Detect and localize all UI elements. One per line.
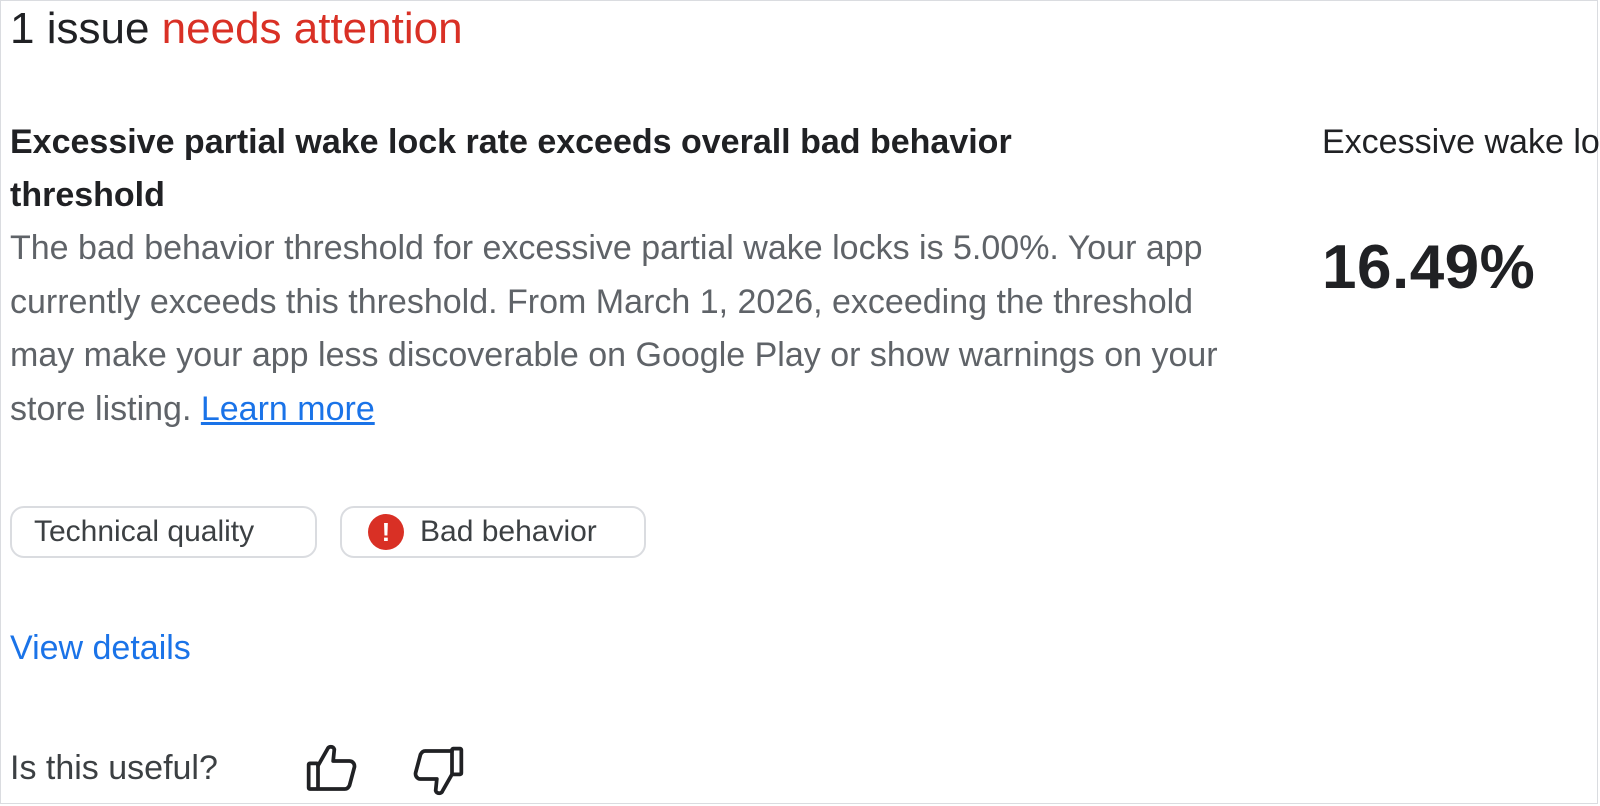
- alert-icon: !: [368, 514, 404, 550]
- metric-label: Excessive wake lock rate: [1322, 123, 1600, 161]
- thumb-down-icon: [413, 746, 464, 796]
- issue-count: 1 issue: [10, 4, 150, 53]
- thumbs-down-button[interactable]: [410, 744, 466, 800]
- issues-summary-heading: 1 issue needs attention: [10, 0, 463, 58]
- chip-label: Technical quality: [34, 515, 255, 548]
- technical-quality-chip[interactable]: Technical quality: [10, 506, 317, 558]
- attention-status: needs attention: [161, 4, 463, 53]
- issue-description-text: The bad behavior threshold for excessive…: [10, 229, 1218, 428]
- chip-label: Bad behavior: [420, 515, 597, 548]
- learn-more-link[interactable]: Learn more: [201, 390, 375, 428]
- issue-title: Excessive partial wake lock rate exceeds…: [10, 123, 1012, 214]
- thumbs-up-button[interactable]: [304, 740, 360, 796]
- bad-behavior-chip[interactable]: ! Bad behavior: [340, 506, 646, 558]
- view-details-link[interactable]: View details: [10, 626, 191, 670]
- issue-description: The bad behavior threshold for excessive…: [10, 222, 1260, 436]
- feedback-question: Is this useful?: [10, 749, 218, 787]
- metric-value: 16.49%: [1322, 233, 1536, 302]
- thumb-up-icon: [306, 744, 357, 791]
